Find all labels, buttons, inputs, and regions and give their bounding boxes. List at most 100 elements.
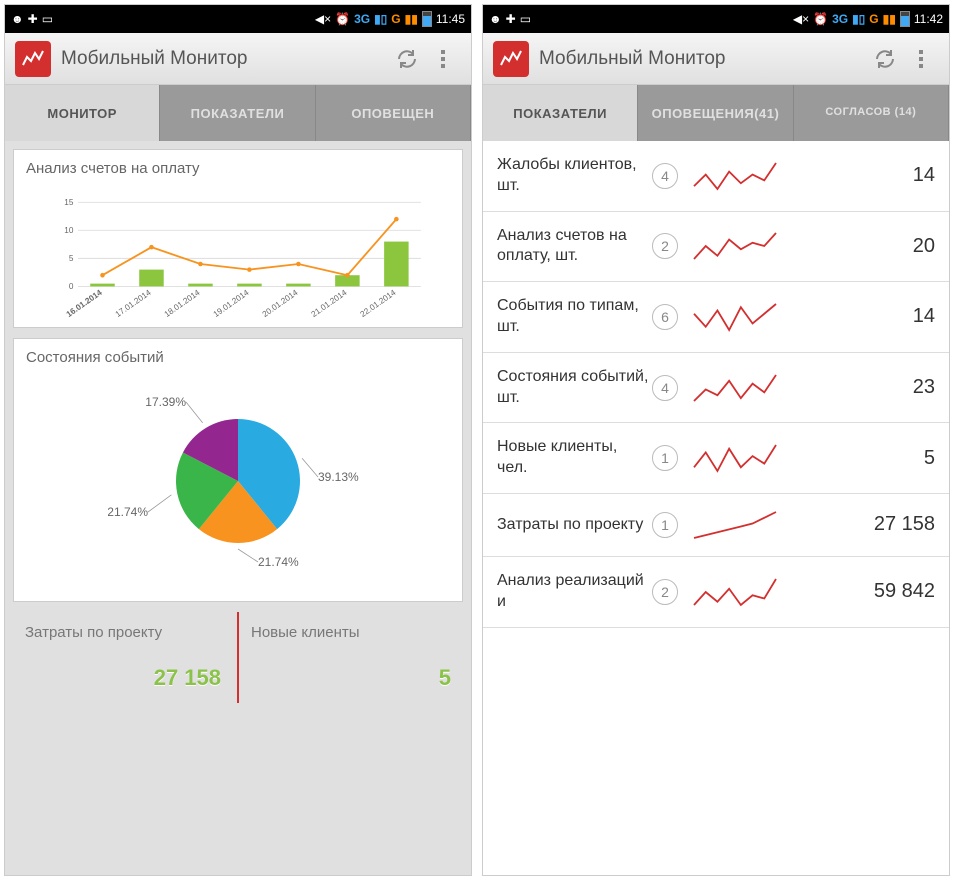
- indicator-value: 14: [790, 305, 935, 328]
- refresh-button[interactable]: [867, 41, 903, 77]
- refresh-button[interactable]: [389, 41, 425, 77]
- app-icon[interactable]: [493, 41, 529, 77]
- network-g: G: [391, 12, 400, 26]
- status-time: 11:42: [914, 12, 943, 26]
- indicator-value: 14: [790, 164, 935, 187]
- battery-icon: [900, 11, 910, 27]
- overflow-menu-button[interactable]: [425, 41, 461, 77]
- status-icon-cat: ☻: [11, 12, 24, 26]
- svg-text:17.39%: 17.39%: [145, 395, 186, 409]
- svg-text:21.74%: 21.74%: [258, 555, 299, 569]
- indicator-value: 23: [790, 376, 935, 399]
- tab-notifications[interactable]: ОПОВЕЩЕНИЯ(41): [638, 85, 793, 141]
- content-area: Анализ счетов на оплату 05101516.01.2014…: [5, 141, 471, 875]
- status-icon-image: ▭: [42, 12, 53, 26]
- svg-text:19.01.2014: 19.01.2014: [212, 288, 251, 319]
- sparkline-icon: [690, 575, 780, 609]
- signal-bars-1: ▮▯: [374, 12, 387, 26]
- mute-icon: ◀×: [793, 12, 809, 26]
- indicator-row[interactable]: События по типам, шт. 6 14: [483, 282, 949, 353]
- tab-indicators[interactable]: ПОКАЗАТЕЛИ: [483, 85, 638, 141]
- card-event-states[interactable]: Состояния событий 39.13%21.74%21.74%17.3…: [13, 338, 463, 602]
- svg-text:16.01.2014: 16.01.2014: [65, 288, 104, 319]
- indicator-badge: 2: [652, 233, 678, 259]
- network-3g: 3G: [354, 12, 370, 26]
- indicator-badge: 4: [652, 163, 678, 189]
- app-title: Мобильный Монитор: [539, 48, 867, 70]
- tab-notifications[interactable]: ОПОВЕЩЕН: [316, 85, 471, 141]
- indicator-badge: 6: [652, 304, 678, 330]
- alarm-icon: ⏰: [813, 12, 828, 26]
- indicator-name: Жалобы клиентов, шт.: [497, 155, 652, 197]
- tab-monitor[interactable]: МОНИТОР: [5, 85, 160, 141]
- signal-bars-2: ▮▮: [405, 12, 418, 26]
- metric-project-costs[interactable]: Затраты по проекту 27 158: [13, 612, 239, 703]
- status-icon-cat: ☻: [489, 12, 502, 26]
- svg-text:39.13%: 39.13%: [318, 470, 359, 484]
- status-bar: ☻ ✚ ▭ ◀× ⏰ 3G ▮▯ G ▮▮ 11:42: [483, 5, 949, 33]
- tab-bar: ПОКАЗАТЕЛИ ОПОВЕЩЕНИЯ(41) СОГЛАСОВ (14): [483, 85, 949, 141]
- mute-icon: ◀×: [315, 12, 331, 26]
- svg-text:17.01.2014: 17.01.2014: [114, 288, 153, 319]
- indicator-row[interactable]: Жалобы клиентов, шт. 4 14: [483, 141, 949, 212]
- sparkline-icon: [690, 441, 780, 475]
- indicator-value: 27 158: [790, 513, 935, 536]
- svg-text:18.01.2014: 18.01.2014: [163, 288, 202, 319]
- indicator-value: 59 842: [790, 580, 935, 603]
- app-title: Мобильный Монитор: [61, 48, 389, 70]
- indicator-badge: 4: [652, 375, 678, 401]
- indicator-name: Новые клиенты, чел.: [497, 437, 652, 479]
- indicator-badge: 1: [652, 445, 678, 471]
- network-3g: 3G: [832, 12, 848, 26]
- app-bar: Мобильный Монитор: [483, 33, 949, 85]
- svg-text:15: 15: [64, 198, 74, 207]
- metric-new-clients[interactable]: Новые клиенты 5: [239, 612, 463, 703]
- svg-text:5: 5: [69, 254, 74, 263]
- indicator-badge: 1: [652, 512, 678, 538]
- card-invoice-analysis[interactable]: Анализ счетов на оплату 05101516.01.2014…: [13, 149, 463, 328]
- metric-value: 5: [251, 665, 451, 691]
- svg-text:22.01.2014: 22.01.2014: [359, 288, 398, 319]
- status-icon-image: ▭: [520, 12, 531, 26]
- network-g: G: [869, 12, 878, 26]
- metric-value: 27 158: [25, 665, 225, 691]
- indicator-name: Анализ реализаций и: [497, 571, 652, 613]
- status-icon-plus: ✚: [506, 12, 516, 26]
- indicator-name: Состояния событий, шт.: [497, 367, 652, 409]
- svg-text:0: 0: [69, 282, 74, 291]
- pie-chart: 39.13%21.74%21.74%17.39%: [14, 376, 462, 601]
- indicators-list: Жалобы клиентов, шт. 4 14 Анализ счетов …: [483, 141, 949, 875]
- card-title: Состояния событий: [14, 339, 462, 376]
- metric-label: Новые клиенты: [251, 624, 451, 641]
- indicator-row[interactable]: Анализ счетов на оплату, шт. 2 20: [483, 212, 949, 283]
- status-time: 11:45: [436, 12, 465, 26]
- indicator-row[interactable]: Затраты по проекту 1 27 158: [483, 494, 949, 557]
- signal-bars-2: ▮▮: [883, 12, 896, 26]
- status-icon-plus: ✚: [28, 12, 38, 26]
- indicator-value: 20: [790, 235, 935, 258]
- svg-text:10: 10: [64, 226, 74, 235]
- phone-right: ☻ ✚ ▭ ◀× ⏰ 3G ▮▯ G ▮▮ 11:42 Мобильный Мо…: [482, 4, 950, 876]
- tab-approvals[interactable]: СОГЛАСОВ (14): [794, 85, 949, 141]
- tab-bar: МОНИТОР ПОКАЗАТЕЛИ ОПОВЕЩЕН: [5, 85, 471, 141]
- indicator-badge: 2: [652, 579, 678, 605]
- svg-text:21.01.2014: 21.01.2014: [310, 288, 349, 319]
- metric-label: Затраты по проекту: [25, 624, 225, 641]
- battery-icon: [422, 11, 432, 27]
- indicator-row[interactable]: Новые клиенты, чел. 1 5: [483, 423, 949, 494]
- overflow-menu-button[interactable]: [903, 41, 939, 77]
- indicator-row[interactable]: Состояния событий, шт. 4 23: [483, 353, 949, 424]
- indicator-value: 5: [790, 447, 935, 470]
- phone-left: ☻ ✚ ▭ ◀× ⏰ 3G ▮▯ G ▮▮ 11:45 Мобильный Мо…: [4, 4, 472, 876]
- status-bar: ☻ ✚ ▭ ◀× ⏰ 3G ▮▯ G ▮▮ 11:45: [5, 5, 471, 33]
- tab-indicators[interactable]: ПОКАЗАТЕЛИ: [160, 85, 315, 141]
- signal-bars-1: ▮▯: [852, 12, 865, 26]
- indicator-row[interactable]: Анализ реализаций и 2 59 842: [483, 557, 949, 628]
- indicator-name: События по типам, шт.: [497, 296, 652, 338]
- app-icon[interactable]: [15, 41, 51, 77]
- sparkline-icon: [690, 229, 780, 263]
- sparkline-icon: [690, 371, 780, 405]
- alarm-icon: ⏰: [335, 12, 350, 26]
- sparkline-icon: [690, 300, 780, 334]
- sparkline-icon: [690, 508, 780, 542]
